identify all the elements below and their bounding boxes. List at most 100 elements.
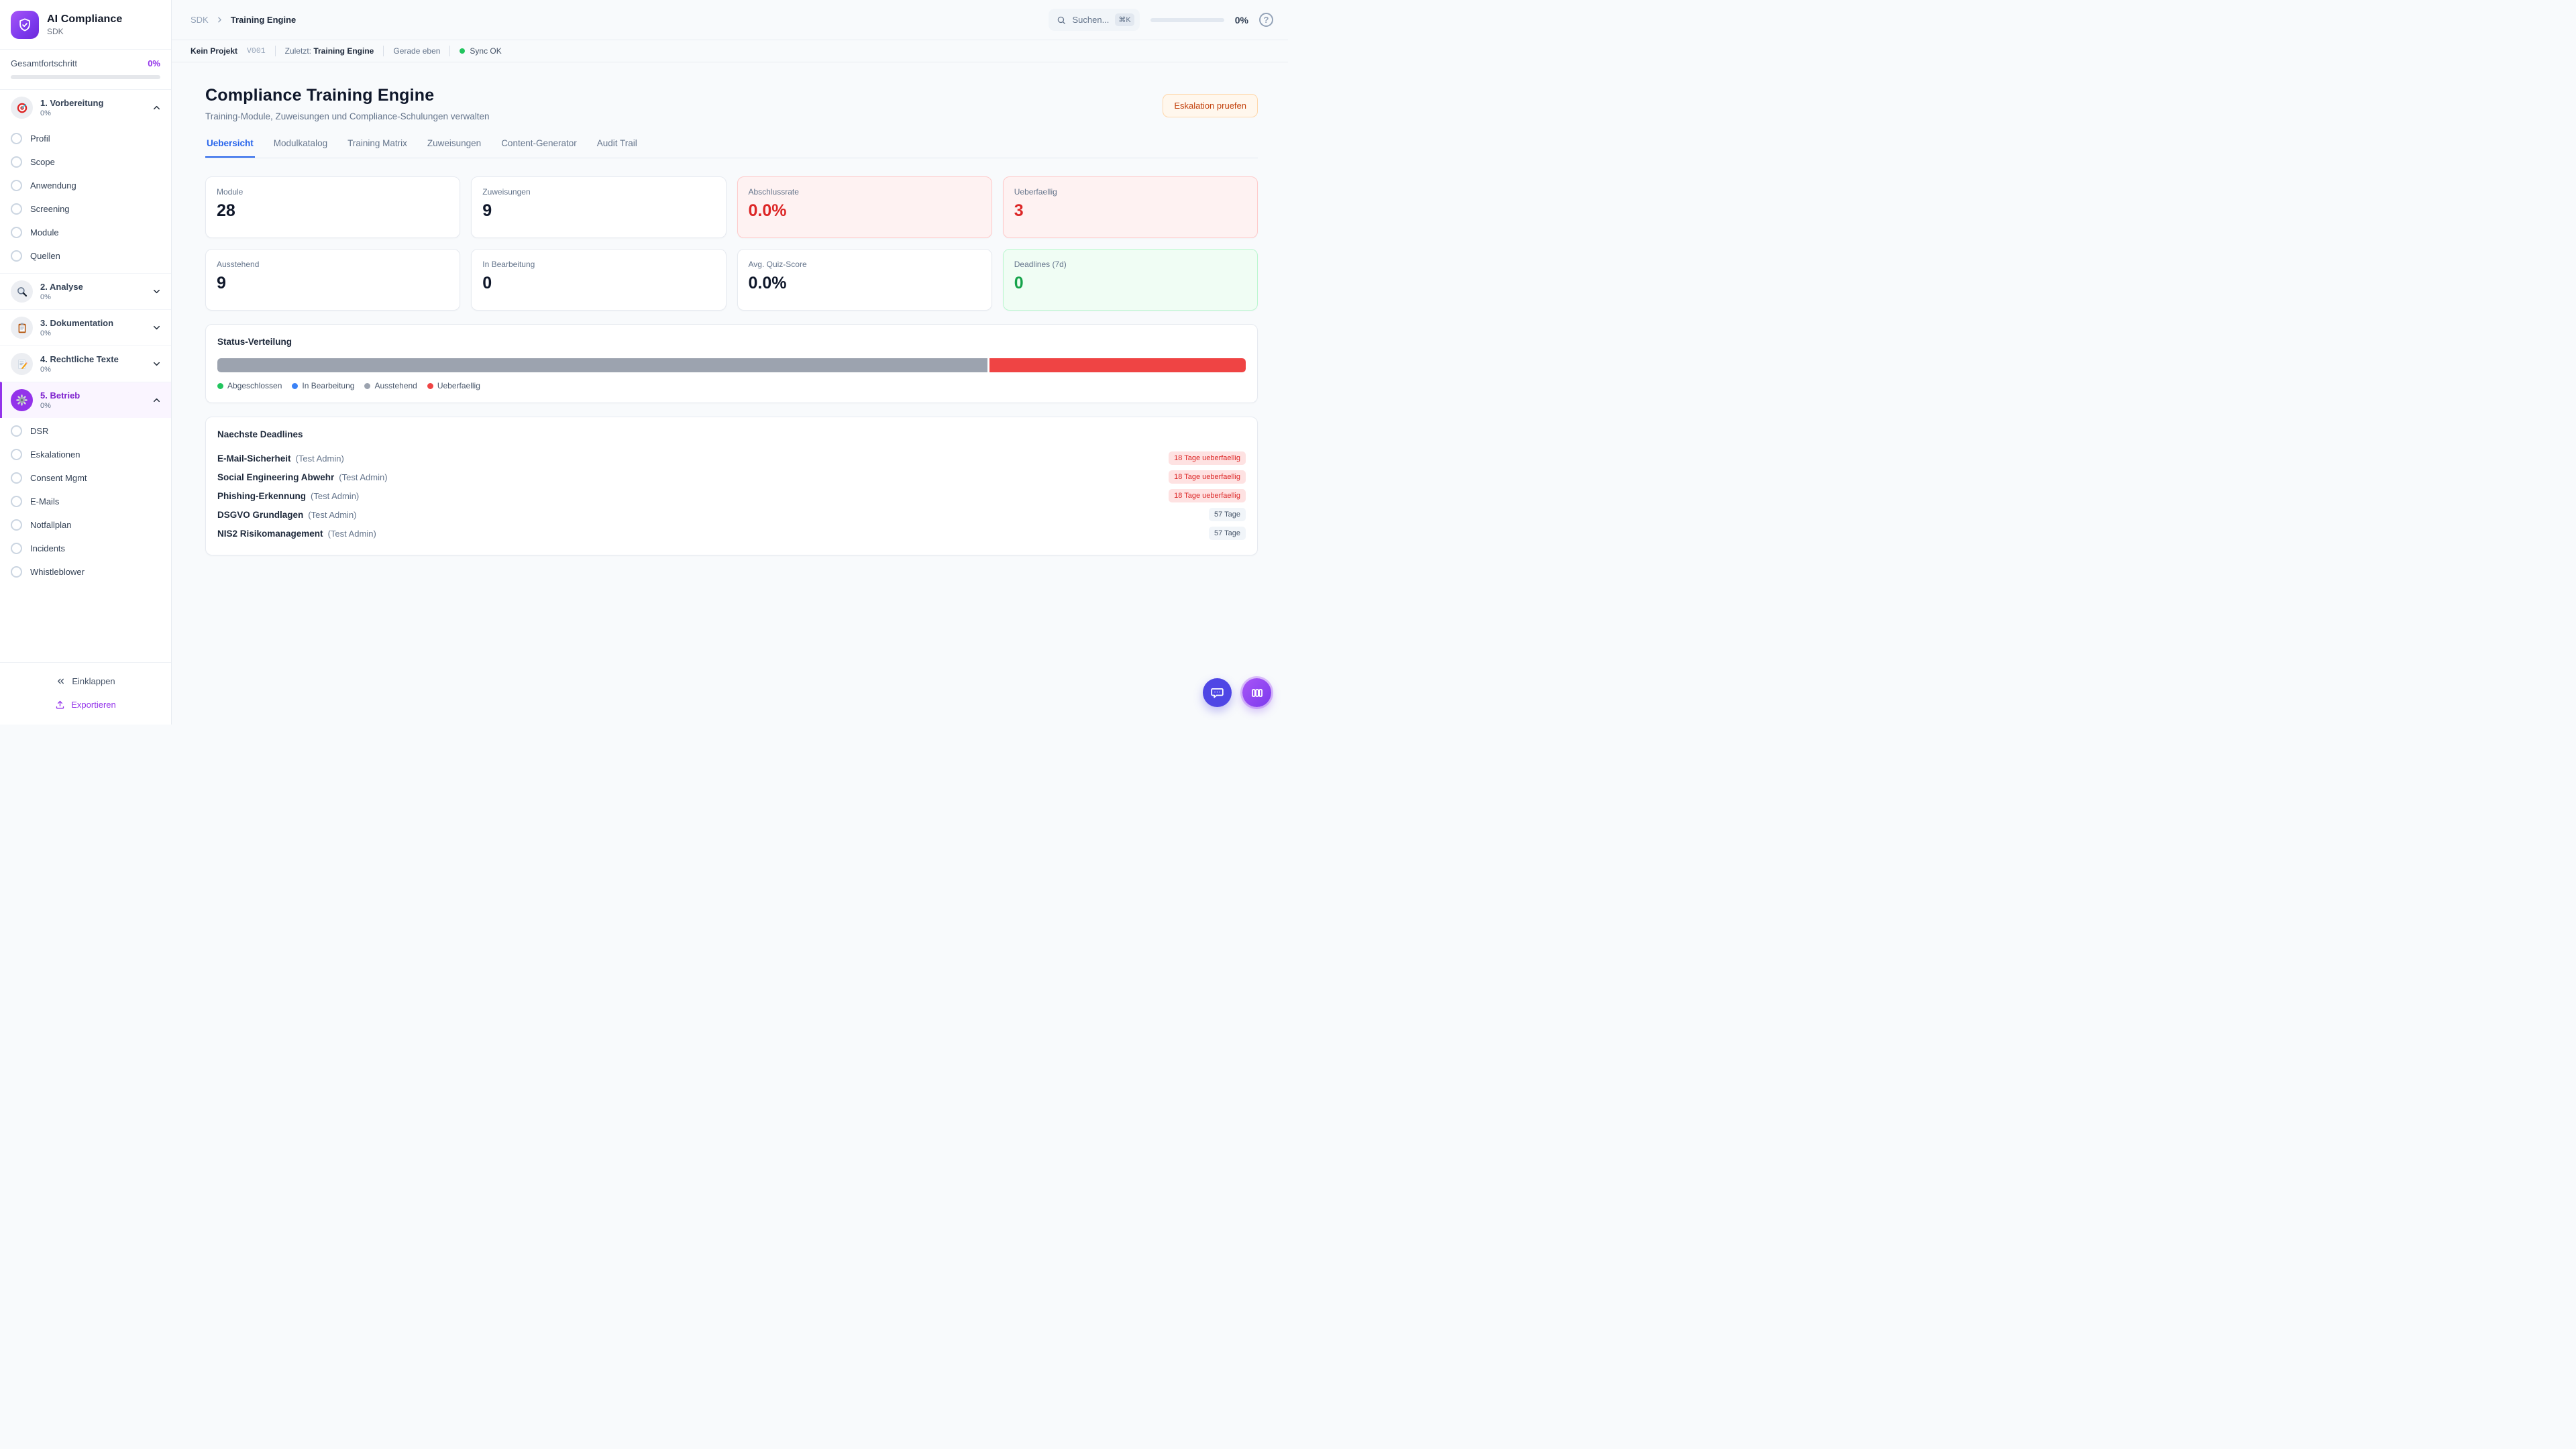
tab-modulkatalog[interactable]: Modulkatalog (272, 138, 329, 158)
sidebar-item-profil[interactable]: Profil (0, 127, 171, 150)
search-input[interactable]: Suchen... ⌘K (1049, 9, 1139, 31)
brand: AI Compliance SDK (0, 0, 171, 49)
sidebar-item-label: Anwendung (30, 180, 76, 191)
section-percent: 0% (40, 293, 144, 301)
tab-bar: Uebersicht Modulkatalog Training Matrix … (205, 138, 1258, 158)
gray-dot-icon (364, 383, 370, 389)
project-name: Kein Projekt (191, 46, 237, 56)
breadcrumb-root[interactable]: SDK (191, 15, 209, 25)
stat-card-deadlines-7d: Deadlines (7d) 0 (1003, 249, 1258, 311)
clipboard-icon (11, 317, 33, 339)
chevron-down-icon (152, 323, 162, 333)
tab-training-matrix[interactable]: Training Matrix (346, 138, 409, 158)
brand-text: AI Compliance SDK (47, 13, 122, 36)
sidebar-item-incidents[interactable]: Incidents (0, 537, 171, 560)
stat-value: 0 (1014, 274, 1246, 293)
overall-progress-percent: 0% (148, 58, 160, 68)
sidebar-section-betrieb[interactable]: 5. Betrieb 0% (0, 382, 171, 418)
chat-fab-button[interactable] (1203, 678, 1232, 707)
keyboard-shortcut-badge: ⌘K (1115, 13, 1134, 26)
legend-label: In Bearbeitung (302, 381, 354, 390)
sidebar-item-emails[interactable]: E-Mails (0, 490, 171, 513)
deadline-module-name: E-Mail-Sicherheit (217, 453, 291, 464)
board-columns-fab-button[interactable] (1242, 678, 1271, 707)
legend-abgeschlossen: Abgeschlossen (217, 381, 282, 390)
chevron-down-icon (152, 286, 162, 297)
radio-circle-icon (11, 250, 22, 262)
sync-ok-dot-icon (460, 48, 465, 54)
stat-value: 3 (1014, 201, 1246, 221)
deadline-badge: 57 Tage (1209, 508, 1246, 521)
stat-label: Deadlines (7d) (1014, 260, 1246, 269)
sidebar-item-consent-mgmt[interactable]: Consent Mgmt (0, 466, 171, 490)
section-label: 1. Vorbereitung (40, 98, 144, 108)
sidebar-section-analyse[interactable]: 2. Analyse 0% (0, 273, 171, 309)
deadline-rows: E-Mail-Sicherheit (Test Admin) 18 Tage u… (217, 449, 1246, 543)
deadline-row: E-Mail-Sicherheit (Test Admin) 18 Tage u… (217, 449, 1246, 468)
sidebar-item-screening[interactable]: Screening (0, 197, 171, 221)
segment-ueberfaellig (989, 358, 1246, 372)
pencil-memo-icon (11, 353, 33, 375)
radio-circle-icon (11, 425, 22, 437)
sidebar-item-anwendung[interactable]: Anwendung (0, 174, 171, 197)
sidebar-section-rechtliche-texte[interactable]: 4. Rechtliche Texte 0% (0, 345, 171, 382)
help-icon[interactable]: ? (1259, 13, 1273, 27)
deadline-assignee: (Test Admin) (308, 510, 356, 520)
last-value: Training Engine (313, 46, 374, 56)
deadline-row: Social Engineering Abwehr (Test Admin) 1… (217, 468, 1246, 486)
sidebar-item-quellen[interactable]: Quellen (0, 244, 171, 268)
sidebar-item-whistleblower[interactable]: Whistleblower (0, 560, 171, 584)
sync-label: Sync OK (470, 46, 501, 56)
search-placeholder: Suchen... (1072, 15, 1109, 25)
stat-card-zuweisungen: Zuweisungen 9 (471, 176, 726, 238)
legend-label: Ueberfaellig (437, 381, 480, 390)
deadline-assignee: (Test Admin) (339, 472, 387, 482)
radio-circle-icon (11, 496, 22, 507)
deadline-badge: 57 Tage (1209, 527, 1246, 540)
columns-board-icon (1250, 686, 1264, 700)
status-distribution-bar (217, 358, 1246, 372)
sidebar-item-label: Notfallplan (30, 520, 71, 530)
legend-label: Abgeschlossen (227, 381, 282, 390)
status-distribution-panel: Status-Verteilung Abgeschlossen In Bearb… (205, 324, 1258, 403)
tab-zuweisungen[interactable]: Zuweisungen (426, 138, 482, 158)
stat-card-ausstehend: Ausstehend 9 (205, 249, 460, 311)
export-button[interactable]: Exportieren (48, 694, 122, 715)
sidebar-item-module[interactable]: Module (0, 221, 171, 244)
tab-audit-trail[interactable]: Audit Trail (596, 138, 639, 158)
version-badge: V001 (247, 47, 266, 56)
deadline-module-name: Phishing-Erkennung (217, 491, 306, 501)
divider (275, 46, 276, 56)
stats-grid: Module 28 Zuweisungen 9 Abschlussrate 0.… (205, 176, 1258, 311)
stat-card-avg-quiz-score: Avg. Quiz-Score 0.0% (737, 249, 992, 311)
sidebar-section-dokumentation[interactable]: 3. Dokumentation 0% (0, 309, 171, 345)
blue-dot-icon (292, 383, 298, 389)
overall-progress-bar (11, 75, 160, 79)
radio-circle-icon (11, 566, 22, 578)
sidebar-item-scope[interactable]: Scope (0, 150, 171, 174)
app-title: AI Compliance (47, 13, 122, 25)
sidebar-section-vorbereitung[interactable]: 1. Vorbereitung 0% (0, 90, 171, 125)
deadline-row: Phishing-Erkennung (Test Admin) 18 Tage … (217, 486, 1246, 505)
check-escalation-button[interactable]: Eskalation pruefen (1163, 94, 1258, 117)
stat-card-abschlussrate: Abschlussrate 0.0% (737, 176, 992, 238)
deadline-module-name: NIS2 Risikomanagement (217, 529, 323, 539)
radio-circle-icon (11, 543, 22, 554)
shield-check-icon (11, 11, 39, 39)
radio-circle-icon (11, 203, 22, 215)
magnifier-icon (11, 280, 33, 303)
sidebar-item-eskalationen[interactable]: Eskalationen (0, 443, 171, 466)
stat-value: 28 (217, 201, 449, 221)
stat-label: Ausstehend (217, 260, 449, 269)
tab-content-generator[interactable]: Content-Generator (500, 138, 578, 158)
overall-progress-label: Gesamtfortschritt (11, 58, 77, 68)
sidebar-item-notfallplan[interactable]: Notfallplan (0, 513, 171, 537)
collapse-sidebar-button[interactable]: Einklappen (49, 671, 121, 692)
divider (383, 46, 384, 56)
deadline-badge: 18 Tage ueberfaellig (1169, 470, 1246, 484)
sidebar-item-dsr[interactable]: DSR (0, 419, 171, 443)
radio-circle-icon (11, 519, 22, 531)
breadcrumb-current: Training Engine (231, 15, 297, 25)
divider (449, 46, 450, 56)
tab-uebersicht[interactable]: Uebersicht (205, 138, 255, 158)
